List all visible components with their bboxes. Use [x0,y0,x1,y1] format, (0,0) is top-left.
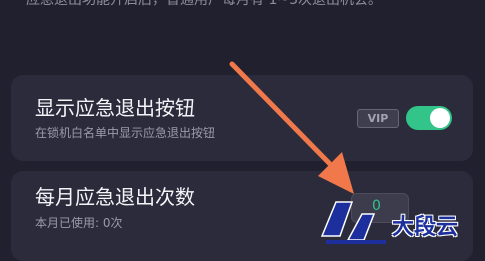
emergency-exit-toggle[interactable] [406,106,452,130]
watermark-text: 大段云 [392,215,459,240]
toggle-knob [430,108,450,128]
top-note: 应急退出功能开启后，普通用户每月有 1~3次退出机会。 [26,0,382,8]
vip-badge: VIP [357,109,399,128]
emergency-exit-button-subtitle: 在锁机白名单中显示应急退出按钮 [35,126,216,140]
emergency-exit-button-title: 显示应急退出按钮 [35,96,195,120]
monthly-exit-used-text: 本月已使用: 0次 [35,216,123,230]
emergency-exit-button-card: 显示应急退出按钮 在锁机白名单中显示应急退出按钮 VIP [11,75,473,161]
monthly-exit-count-title: 每月应急退出次数 [35,185,195,209]
